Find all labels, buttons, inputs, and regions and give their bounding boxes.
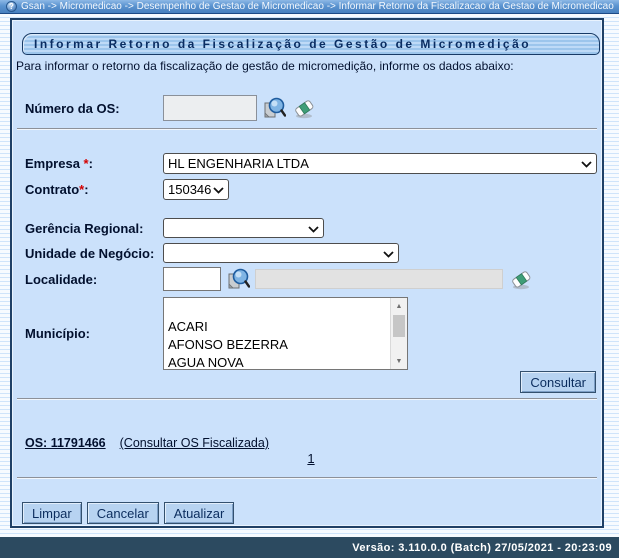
empresa-select[interactable]: HL ENGENHARIA LTDA: [163, 153, 597, 174]
page-title: Informar Retorno da Fiscalização de Gest…: [22, 33, 600, 55]
chevron-down-icon: [581, 161, 592, 168]
empresa-row: Empresa *: HL ENGENHARIA LTDA: [25, 153, 597, 174]
breadcrumb-text: Gsan -> Micromedicao -> Desempenho de Ge…: [21, 1, 614, 12]
cancelar-button[interactable]: Cancelar: [86, 502, 159, 524]
municipio-option[interactable]: AFONSO BEZERRA: [164, 336, 390, 354]
municipio-option[interactable]: [164, 300, 390, 318]
unidade-negocio-label: Unidade de Negócio:: [25, 245, 155, 261]
version-text: Versão: 3.110.0.0 (Batch) 27/05/2021 - 2…: [352, 541, 612, 554]
atualizar-button[interactable]: Atualizar: [163, 502, 235, 524]
breadcrumb-bar: ? Gsan -> Micromedicao -> Desempenho de …: [0, 0, 619, 14]
localidade-label: Localidade:: [25, 271, 98, 287]
empresa-label: Empresa *:: [25, 156, 93, 171]
limpar-button[interactable]: Limpar: [22, 502, 82, 524]
contrato-label: Contrato*:: [25, 182, 89, 197]
gerencia-regional-label: Gerência Regional:: [25, 220, 144, 236]
numero-os-label: Número da OS:: [25, 100, 120, 116]
chevron-down-icon: [213, 187, 224, 194]
unidade-negocio-select[interactable]: [163, 243, 399, 263]
contrato-row: Contrato*: 150346: [25, 179, 597, 200]
consultar-button[interactable]: Consultar: [520, 371, 596, 393]
gsan-window: ? Gsan -> Micromedicao -> Desempenho de …: [0, 0, 619, 558]
municipio-option[interactable]: AGUA NOVA: [164, 354, 390, 369]
scrollbar-track[interactable]: [391, 338, 407, 353]
help-icon[interactable]: ?: [6, 1, 17, 12]
eraser-icon[interactable]: [509, 267, 532, 291]
pagination-row: 1: [25, 451, 597, 466]
chevron-down-icon: [308, 226, 319, 233]
gerencia-regional-row: Gerência Regional:: [25, 218, 597, 238]
municipio-label: Município:: [25, 326, 90, 341]
localidade-input[interactable]: [163, 267, 221, 291]
unidade-negocio-row: Unidade de Negócio:: [25, 243, 597, 263]
scrollbar-thumb[interactable]: [393, 315, 405, 337]
scroll-down-icon[interactable]: ▼: [391, 353, 407, 369]
listbox-scrollbar[interactable]: ▲ ▼: [390, 298, 407, 369]
chevron-down-icon: [383, 251, 394, 258]
page-number-link[interactable]: 1: [307, 451, 314, 466]
scroll-up-icon[interactable]: ▲: [391, 298, 407, 314]
divider: [17, 398, 597, 400]
os-result-row: OS: 11791466 (Consultar OS Fiscalizada): [25, 435, 597, 451]
contrato-selected-value: 150346: [168, 182, 212, 197]
localidade-row: Localidade:: [25, 267, 597, 291]
divider: [17, 128, 597, 130]
municipio-listbox[interactable]: ACARI AFONSO BEZERRA AGUA NOVA ▲ ▼: [163, 297, 408, 370]
form-panel: Informar Retorno da Fiscalização de Gest…: [10, 18, 604, 528]
contrato-select[interactable]: 150346: [163, 179, 229, 200]
consultar-os-fiscalizada-link[interactable]: (Consultar OS Fiscalizada): [120, 436, 269, 450]
search-icon[interactable]: [263, 96, 286, 120]
eraser-icon[interactable]: [292, 96, 315, 120]
localidade-nome-readonly: [255, 269, 503, 289]
numero-os-row: Número da OS:: [25, 95, 597, 121]
municipio-row: Município: ACARI AFONSO BEZERRA AGUA NOV…: [25, 297, 597, 370]
municipio-option[interactable]: ACARI: [164, 318, 390, 336]
municipio-options: ACARI AFONSO BEZERRA AGUA NOVA: [164, 298, 390, 369]
search-icon[interactable]: [227, 267, 250, 291]
os-number-link[interactable]: OS: 11791466: [25, 436, 106, 450]
page-description: Para informar o retorno da fiscalização …: [16, 59, 514, 73]
consultar-row: Consultar: [25, 371, 596, 393]
version-footer: Versão: 3.110.0.0 (Batch) 27/05/2021 - 2…: [0, 537, 619, 558]
actions-row: Limpar Cancelar Atualizar: [22, 502, 596, 524]
divider: [17, 477, 597, 479]
empresa-selected-value: HL ENGENHARIA LTDA: [168, 156, 309, 171]
numero-os-input[interactable]: [163, 95, 257, 121]
gerencia-regional-select[interactable]: [163, 218, 324, 238]
